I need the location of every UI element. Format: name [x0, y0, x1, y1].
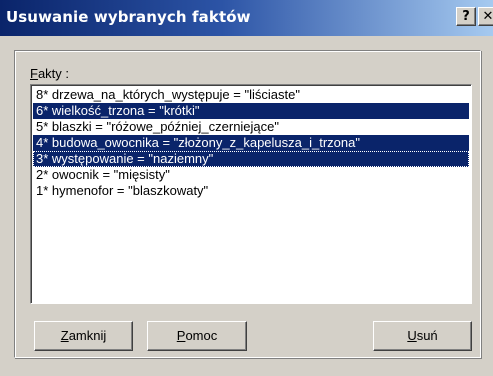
facts-label-accel: F [30, 66, 38, 81]
list-item[interactable]: 5* blaszki = "różowe_później_czerniejące… [33, 119, 469, 135]
close-button-label: amknij [68, 328, 107, 343]
title-bar[interactable]: Usuwanie wybranych faktów ? ✕ [0, 0, 493, 36]
facts-listbox[interactable]: 8* drzewa_na_których_występuje = "liścia… [30, 84, 472, 304]
list-item[interactable]: 4* budowa_owocnika = "złożony_z_kapelusz… [33, 135, 469, 151]
list-item[interactable]: 3* występowanie = "naziemny" [33, 151, 469, 167]
list-item[interactable]: 8* drzewa_na_których_występuje = "liścia… [33, 87, 469, 103]
window-title: Usuwanie wybranych faktów [6, 8, 251, 26]
close-button[interactable]: Zamknij [34, 321, 133, 351]
facts-label: Fakty : [30, 66, 69, 81]
help-button-label: omoc [185, 328, 218, 343]
delete-button-label: suń [416, 328, 438, 343]
list-item[interactable]: 6* wielkość_trzona = "krótki" [33, 103, 469, 119]
delete-button-accel: U [407, 328, 417, 343]
help-button[interactable]: Pomoc [147, 321, 247, 351]
help-icon[interactable]: ? [456, 7, 476, 26]
facts-label-text: akty : [37, 66, 70, 81]
list-item[interactable]: 1* hymenofor = "blaszkowaty" [33, 183, 469, 199]
close-icon[interactable]: ✕ [478, 7, 493, 26]
delete-facts-dialog: Usuwanie wybranych faktów ? ✕ Fakty : 8*… [0, 0, 493, 376]
list-item[interactable]: 2* owocnik = "mięsisty" [33, 167, 469, 183]
close-button-accel: Z [60, 328, 69, 343]
delete-button[interactable]: Usuń [373, 321, 472, 351]
